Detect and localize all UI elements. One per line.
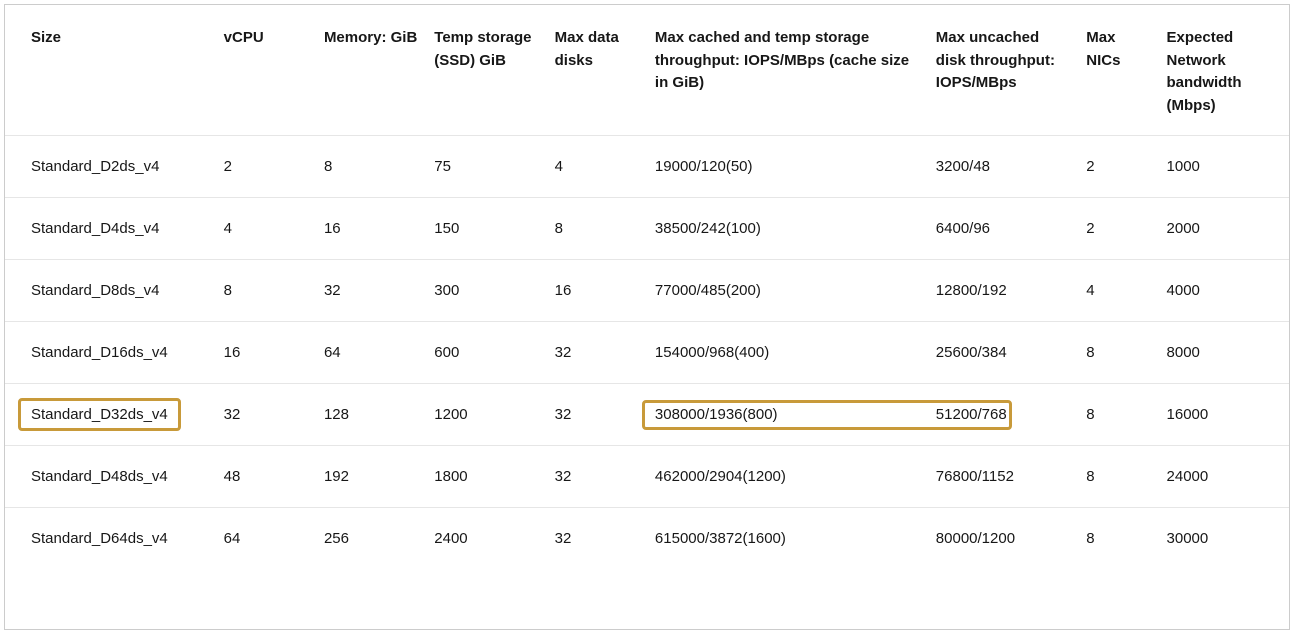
table-frame: Size vCPU Memory: GiB Temp storage (SSD)… (4, 4, 1290, 630)
table-row: Standard_D48ds_v448192180032462000/2904(… (5, 446, 1289, 508)
table-cell: 615000/3872(1600) (647, 508, 928, 570)
table-cell: 4000 (1159, 260, 1289, 322)
table-cell: 150 (426, 198, 546, 260)
table-cell: 8 (216, 260, 316, 322)
table-cell: 16 (216, 322, 316, 384)
col-header-memory: Memory: GiB (316, 5, 426, 136)
table-body: Standard_D2ds_v42875419000/120(50)3200/4… (5, 136, 1289, 570)
table-cell: 75 (426, 136, 546, 198)
table-cell: 8 (1078, 384, 1158, 446)
table-row: Standard_D64ds_v464256240032615000/3872(… (5, 508, 1289, 570)
table-cell: Standard_D8ds_v4 (5, 260, 216, 322)
table-cell: 30000 (1159, 508, 1289, 570)
table-cell: 4 (547, 136, 647, 198)
table-cell: 19000/120(50) (647, 136, 928, 198)
table-cell: 51200/768 (928, 384, 1078, 446)
table-cell: 8 (1078, 508, 1158, 570)
table-cell: 8 (1078, 322, 1158, 384)
table-cell: 77000/485(200) (647, 260, 928, 322)
table-cell: 192 (316, 446, 426, 508)
table-cell: 76800/1152 (928, 446, 1078, 508)
table-cell: 1000 (1159, 136, 1289, 198)
table-cell: 4 (1078, 260, 1158, 322)
table-cell: 2400 (426, 508, 546, 570)
table-cell: 16000 (1159, 384, 1289, 446)
col-header-temp-storage: Temp storage (SSD) GiB (426, 5, 546, 136)
table-cell: 1200 (426, 384, 546, 446)
table-cell: 4 (216, 198, 316, 260)
table-row: Standard_D2ds_v42875419000/120(50)3200/4… (5, 136, 1289, 198)
highlight-box: Standard_D32ds_v4 (18, 398, 181, 431)
table-cell: 32 (547, 384, 647, 446)
table-row: Standard_D32ds_v432128120032308000/1936(… (5, 384, 1289, 446)
table-cell: 32 (547, 446, 647, 508)
table-cell: 64 (316, 322, 426, 384)
col-header-max-data-disks: Max data disks (547, 5, 647, 136)
table-cell: 3200/48 (928, 136, 1078, 198)
table-cell: Standard_D32ds_v4 (5, 384, 216, 446)
table-cell: Standard_D2ds_v4 (5, 136, 216, 198)
table-cell: 80000/1200 (928, 508, 1078, 570)
col-header-vcpu: vCPU (216, 5, 316, 136)
table-cell: 256 (316, 508, 426, 570)
col-header-size: Size (5, 5, 216, 136)
table-cell: Standard_D4ds_v4 (5, 198, 216, 260)
table-cell: Standard_D64ds_v4 (5, 508, 216, 570)
col-header-cached-throughput: Max cached and temp storage throughput: … (647, 5, 928, 136)
col-header-max-nics: Max NICs (1078, 5, 1158, 136)
table-cell: 8 (316, 136, 426, 198)
table-cell: 38500/242(100) (647, 198, 928, 260)
table-cell: 600 (426, 322, 546, 384)
table-cell: 32 (547, 322, 647, 384)
table-cell: 64 (216, 508, 316, 570)
table-cell: 25600/384 (928, 322, 1078, 384)
table-cell: 32 (216, 384, 316, 446)
table-cell: 308000/1936(800) (647, 384, 928, 446)
col-header-network-bandwidth: Expected Network bandwidth (Mbps) (1159, 5, 1289, 136)
table-cell: 8 (1078, 446, 1158, 508)
table-cell: 32 (547, 508, 647, 570)
table-cell: 1800 (426, 446, 546, 508)
cell-value: 308000/1936(800) (655, 406, 778, 423)
table-cell: 462000/2904(1200) (647, 446, 928, 508)
vm-size-table: Size vCPU Memory: GiB Temp storage (SSD)… (5, 5, 1289, 569)
table-cell: 6400/96 (928, 198, 1078, 260)
table-cell: Standard_D48ds_v4 (5, 446, 216, 508)
table-cell: 2000 (1159, 198, 1289, 260)
table-cell: 8 (547, 198, 647, 260)
table-cell: 12800/192 (928, 260, 1078, 322)
table-cell: 8000 (1159, 322, 1289, 384)
table-cell: 48 (216, 446, 316, 508)
table-cell: 300 (426, 260, 546, 322)
table-row: Standard_D8ds_v48323001677000/485(200)12… (5, 260, 1289, 322)
table-cell: 16 (547, 260, 647, 322)
table-cell: 32 (316, 260, 426, 322)
table-cell: 128 (316, 384, 426, 446)
table-cell: 2 (1078, 136, 1158, 198)
table-cell: 154000/968(400) (647, 322, 928, 384)
table-header-row: Size vCPU Memory: GiB Temp storage (SSD)… (5, 5, 1289, 136)
table-cell: 2 (1078, 198, 1158, 260)
table-cell: Standard_D16ds_v4 (5, 322, 216, 384)
col-header-uncached-throughput: Max uncached disk throughput: IOPS/MBps (928, 5, 1078, 136)
table-header: Size vCPU Memory: GiB Temp storage (SSD)… (5, 5, 1289, 136)
table-row: Standard_D4ds_v4416150838500/242(100)640… (5, 198, 1289, 260)
table-cell: 16 (316, 198, 426, 260)
table-row: Standard_D16ds_v4166460032154000/968(400… (5, 322, 1289, 384)
table-cell: 2 (216, 136, 316, 198)
table-cell: 24000 (1159, 446, 1289, 508)
